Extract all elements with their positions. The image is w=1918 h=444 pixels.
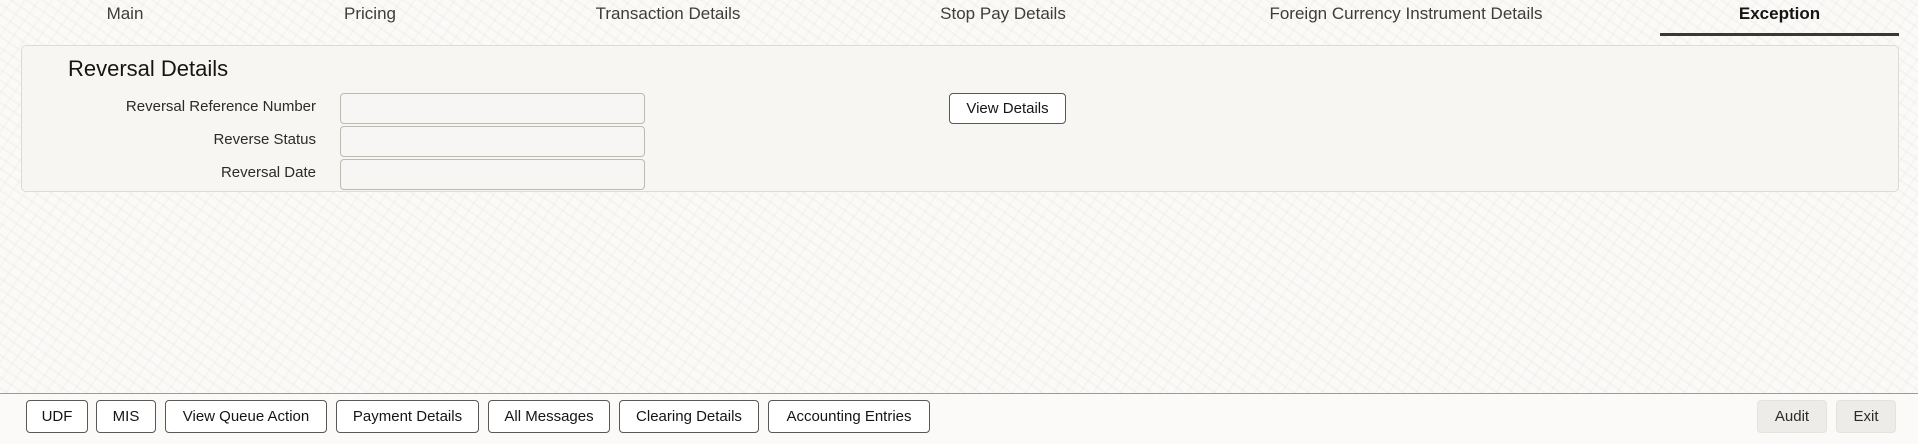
- reversal-details-panel: Reversal Details Reversal Reference Numb…: [21, 45, 1899, 192]
- section-title: Reversal Details: [68, 56, 229, 81]
- reversal-reference-number-label: Reversal Reference Number: [125, 98, 316, 115]
- clearing-details-button[interactable]: Clearing Details: [619, 400, 759, 433]
- view-queue-action-button[interactable]: View Queue Action: [165, 400, 327, 433]
- tab-bar: Main Pricing Transaction Details Stop Pa…: [0, 0, 1918, 40]
- reverse-status-label: Reverse Status: [213, 131, 316, 148]
- tab-transaction-details[interactable]: Transaction Details: [563, 0, 773, 36]
- all-messages-button[interactable]: All Messages: [488, 400, 610, 433]
- exit-button[interactable]: Exit: [1836, 400, 1896, 433]
- view-details-button[interactable]: View Details: [949, 93, 1066, 124]
- accounting-entries-button[interactable]: Accounting Entries: [768, 400, 930, 433]
- tab-pricing[interactable]: Pricing: [300, 0, 440, 36]
- udf-button[interactable]: UDF: [26, 400, 88, 433]
- reversal-date-label: Reversal Date: [220, 164, 316, 181]
- reversal-date-field[interactable]: [340, 159, 645, 190]
- audit-button[interactable]: Audit: [1757, 400, 1827, 433]
- tab-main[interactable]: Main: [60, 0, 190, 36]
- tab-exception[interactable]: Exception: [1660, 0, 1899, 36]
- tab-foreign-currency-instrument-details[interactable]: Foreign Currency Instrument Details: [1229, 0, 1583, 36]
- payment-details-button[interactable]: Payment Details: [336, 400, 479, 433]
- reversal-reference-number-field[interactable]: [340, 93, 645, 124]
- footer-toolbar: UDF MIS View Queue Action Payment Detail…: [0, 393, 1918, 444]
- tab-stop-pay-details[interactable]: Stop Pay Details: [915, 0, 1091, 36]
- mis-button[interactable]: MIS: [96, 400, 156, 433]
- reverse-status-field[interactable]: [340, 126, 645, 157]
